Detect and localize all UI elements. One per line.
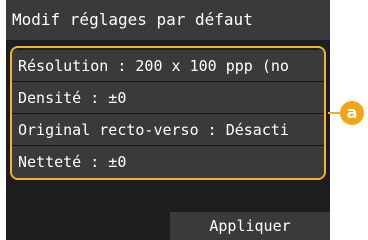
page-title: Modif réglages par défaut [6, 0, 330, 40]
apply-button[interactable]: Appliquer [170, 212, 330, 240]
setting-item-duplex-original[interactable]: Original recto-verso : Désacti [12, 114, 324, 146]
setting-item-sharpness[interactable]: Netteté : ±0 [12, 146, 324, 178]
settings-list: Résolution : 200 x 100 ppp (no Densité :… [10, 46, 326, 180]
setting-item-resolution[interactable]: Résolution : 200 x 100 ppp (no [12, 50, 324, 82]
callout-badge: a [340, 101, 364, 125]
setting-item-density[interactable]: Densité : ±0 [12, 82, 324, 114]
device-screen: Modif réglages par défaut Résolution : 2… [6, 0, 330, 240]
